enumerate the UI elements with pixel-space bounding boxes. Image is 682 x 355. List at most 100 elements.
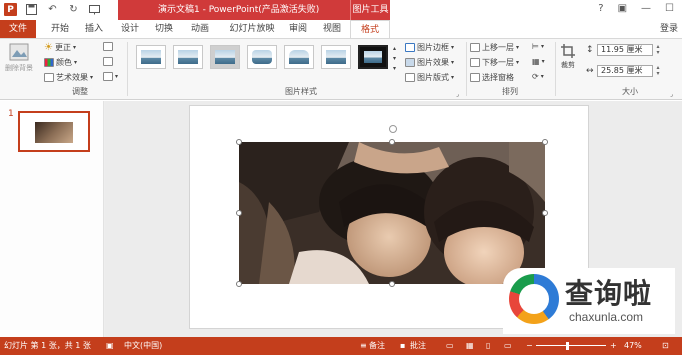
rotate-handle[interactable] [389, 125, 397, 133]
selection-pane-button[interactable]: 选择窗格 [470, 72, 514, 83]
undo-icon[interactable]: ↶ [46, 3, 59, 16]
change-picture-button[interactable] [103, 57, 113, 66]
height-icon: ↕ [586, 45, 594, 55]
reset-picture-icon [103, 72, 113, 81]
watermark-brand-cn: 查询啦 [565, 277, 653, 310]
picture-style-2[interactable] [173, 45, 203, 69]
status-bar: 幻灯片 第 1 张，共 1 张 ▣ 中文(中国) ≡ 备注 ▪ 批注 ▭ ▦ ▯… [0, 337, 682, 355]
notes-icon: ≡ [360, 341, 367, 350]
group-divider [127, 42, 128, 96]
resize-handle-bottom[interactable] [389, 281, 395, 287]
tab-design[interactable]: 设计 [116, 20, 144, 38]
width-input[interactable]: 25.85 厘米 [597, 65, 653, 77]
tab-view[interactable]: 视图 [318, 20, 346, 38]
height-spinner[interactable]: ▴ ▾ [654, 44, 662, 56]
slide-thumbnail[interactable] [18, 111, 90, 152]
fit-to-window-icon[interactable]: ⊡ [662, 337, 669, 355]
remove-background-button[interactable]: 删除背景 [4, 43, 34, 73]
resize-handle-top-left[interactable] [236, 139, 242, 145]
artistic-effects-icon [44, 73, 54, 82]
selected-picture[interactable] [239, 142, 545, 284]
compress-pictures-button[interactable] [103, 42, 113, 51]
width-spinner[interactable]: ▴ ▾ [654, 65, 662, 77]
picture-border-icon [405, 43, 415, 52]
document-title: 演示文稿1 - PowerPoint(产品激活失败) [158, 5, 320, 15]
adjust-group-label: 调整 [72, 87, 88, 96]
start-slideshow-icon[interactable] [88, 3, 101, 16]
language-status[interactable]: 中文(中国) [124, 337, 162, 355]
help-icon[interactable]: ? [598, 3, 603, 14]
picture-effects-button[interactable]: 图片效果 ▾ [405, 57, 454, 68]
tab-format[interactable]: 格式 [350, 20, 390, 38]
send-backward-button[interactable]: 下移一层 ▾ [470, 57, 519, 68]
slide-sorter-icon[interactable]: ▦ [466, 337, 474, 355]
picture-style-6[interactable] [321, 45, 351, 69]
reset-picture-button[interactable]: ▾ [103, 72, 118, 81]
picture-style-5[interactable] [284, 45, 314, 69]
bring-forward-button[interactable]: 上移一层 ▾ [470, 42, 519, 53]
tab-file[interactable]: 文件 [0, 20, 36, 38]
notes-button[interactable]: 备注 [369, 337, 385, 355]
watermark-logo: 查询啦 chaxunla.com [503, 268, 675, 334]
picture-style-4[interactable] [247, 45, 277, 69]
watermark-q-icon [509, 274, 559, 324]
resize-handle-top[interactable] [389, 139, 395, 145]
reading-view-icon[interactable]: ▯ [486, 337, 490, 355]
document-title-band: 演示文稿1 - PowerPoint(产品激活失败) [118, 0, 350, 20]
size-dialog-launcher[interactable]: ⌟ [670, 91, 673, 98]
ribbon: 删除背景 ☀ 更正 ▾ 颜色 ▾ 艺术效果 ▾ ▾ 调整 ▴ ▾ ▾ 图片边框 ▾ 图片… [0, 38, 682, 100]
group-button[interactable]: ▦ ▾ [532, 57, 545, 66]
artistic-effects-button[interactable]: 艺术效果 ▾ [44, 72, 93, 83]
zoom-in-icon[interactable]: + [610, 337, 617, 355]
picture-tools-context-label: 图片工具 [350, 0, 390, 20]
slideshow-view-icon[interactable]: ▭ [504, 337, 512, 355]
minimize-icon[interactable]: — [641, 3, 651, 14]
zoom-slider[interactable] [536, 345, 606, 346]
picture-styles-dialog-launcher[interactable]: ⌟ [456, 91, 459, 98]
picture-style-7[interactable] [358, 45, 388, 69]
style-gallery-scroll[interactable]: ▴ ▾ ▾ [393, 45, 396, 72]
corrections-button[interactable]: ☀ 更正 ▾ [44, 42, 76, 53]
normal-view-icon[interactable]: ▭ [446, 337, 454, 355]
spellcheck-icon[interactable]: ▣ [106, 337, 114, 355]
bring-forward-icon [470, 43, 480, 52]
tab-animations[interactable]: 动画 [186, 20, 214, 38]
picture-layout-button[interactable]: 图片版式 ▾ [405, 72, 454, 83]
slide-count-status: 幻灯片 第 1 张，共 1 张 [4, 341, 91, 350]
scroll-down-icon[interactable]: ▾ [393, 55, 396, 62]
tab-transitions[interactable]: 切换 [150, 20, 178, 38]
picture-style-1[interactable] [136, 45, 166, 69]
scroll-up-icon[interactable]: ▴ [393, 45, 396, 52]
picture-border-button[interactable]: 图片边框 ▾ [405, 42, 454, 53]
login-link[interactable]: 登录 [660, 20, 678, 38]
color-icon [44, 58, 54, 67]
resize-handle-top-right[interactable] [542, 139, 548, 145]
align-button[interactable]: ⊨ ▾ [532, 42, 544, 51]
crop-button[interactable]: 裁剪 [560, 43, 576, 70]
zoom-out-icon[interactable]: − [526, 337, 533, 355]
rotate-button[interactable]: ⟳ ▾ [532, 72, 544, 81]
bring-forward-label: 上移一层 [482, 43, 514, 52]
comments-button[interactable]: 批注 [410, 337, 426, 355]
picture-border-label: 图片边框 [417, 43, 449, 52]
zoom-slider-thumb[interactable] [566, 342, 569, 350]
picture-style-3[interactable] [210, 45, 240, 69]
resize-handle-left[interactable] [236, 210, 242, 216]
resize-handle-bottom-left[interactable] [236, 281, 242, 287]
picture-effects-icon [405, 58, 415, 67]
color-button[interactable]: 颜色 ▾ [44, 57, 77, 68]
tab-slideshow[interactable]: 幻灯片放映 [222, 20, 282, 38]
maximize-icon[interactable]: ☐ [665, 3, 674, 14]
tab-review[interactable]: 审阅 [284, 20, 312, 38]
restore-ribbon-icon[interactable]: ▣ [618, 3, 627, 14]
resize-handle-right[interactable] [542, 210, 548, 216]
send-backward-label: 下移一层 [482, 58, 514, 67]
height-input[interactable]: 11.95 厘米 [597, 44, 653, 56]
tab-home[interactable]: 开始 [46, 20, 74, 38]
gallery-more-icon[interactable]: ▾ [393, 65, 396, 72]
corrections-icon: ☀ [44, 42, 53, 53]
tab-insert[interactable]: 插入 [80, 20, 108, 38]
redo-icon[interactable]: ↻ [67, 3, 80, 16]
zoom-level[interactable]: 47% [624, 337, 642, 355]
save-icon[interactable] [25, 3, 38, 16]
